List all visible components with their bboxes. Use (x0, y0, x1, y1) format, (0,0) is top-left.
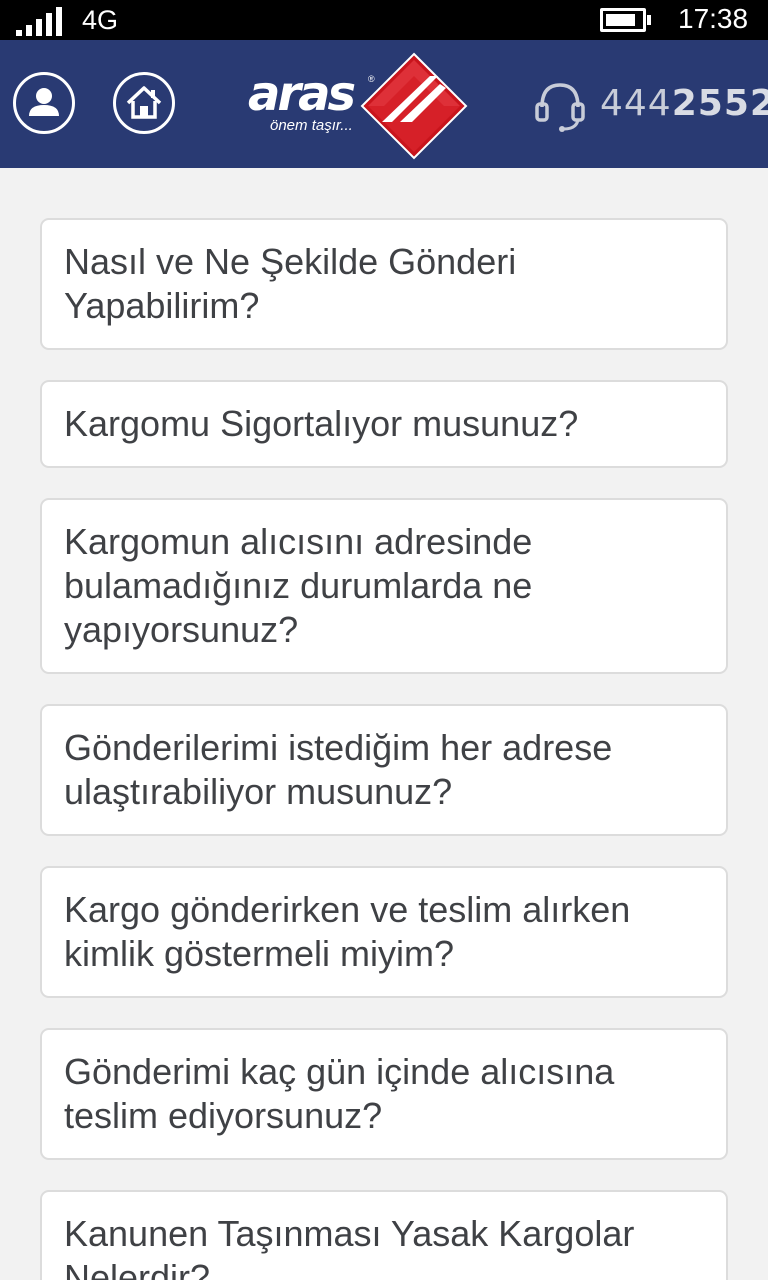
faq-question: Nasıl ve Ne Şekilde Gönderi Yapabilirim? (64, 241, 517, 326)
headset-icon (535, 83, 585, 132)
network-type: 4G (82, 5, 119, 35)
faq-question: Kargomun alıcısını adresinde bulamadığın… (64, 521, 533, 650)
aras-logo-mark (360, 52, 468, 160)
logo-tagline: önem taşır... (270, 117, 353, 134)
phone-main: 2552 (671, 83, 768, 124)
faq-question: Kanunen Taşınması Yasak Kargolar Nelerdi… (64, 1213, 635, 1280)
profile-button[interactable] (13, 72, 75, 134)
user-icon (29, 88, 59, 116)
faq-item[interactable]: Gönderilerimi istediğim her adrese ulaşt… (40, 704, 728, 836)
signal-icon (16, 6, 64, 36)
faq-item[interactable]: Kargo gönderirken ve teslim alırken kiml… (40, 866, 728, 998)
faq-item[interactable]: Kargomun alıcısını adresinde bulamadığın… (40, 498, 728, 674)
faq-question: Kargo gönderirken ve teslim alırken kiml… (64, 889, 631, 974)
clock: 17:38 (678, 3, 749, 34)
call-center[interactable]: 4442552 (532, 75, 768, 135)
phone-prefix: 444 (600, 83, 672, 124)
faq-item[interactable]: Kargomu Sigortalıyor musunuz? (40, 380, 728, 468)
app-header: aras ® önem taşır... 4442552 (0, 40, 768, 168)
faq-question: Gönderilerimi istediğim her adrese ulaşt… (64, 727, 613, 812)
faq-question: Kargomu Sigortalıyor musunuz? (64, 403, 579, 444)
home-button[interactable] (113, 72, 175, 134)
faq-question: Gönderimi kaç gün içinde alıcısına tesli… (64, 1051, 615, 1136)
status-bar: 4G 17:38 (0, 0, 768, 40)
phone-number: 4442552 (600, 84, 768, 124)
faq-item[interactable]: Gönderimi kaç gün içinde alıcısına tesli… (40, 1028, 728, 1160)
aras-logo[interactable]: aras ® önem taşır... (244, 52, 470, 160)
faq-item[interactable]: Nasıl ve Ne Şekilde Gönderi Yapabilirim? (40, 218, 728, 350)
home-icon (126, 86, 162, 119)
faq-item[interactable]: Kanunen Taşınması Yasak Kargolar Nelerdi… (40, 1190, 728, 1280)
logo-wordmark: aras (248, 66, 356, 122)
battery-icon (600, 8, 652, 32)
